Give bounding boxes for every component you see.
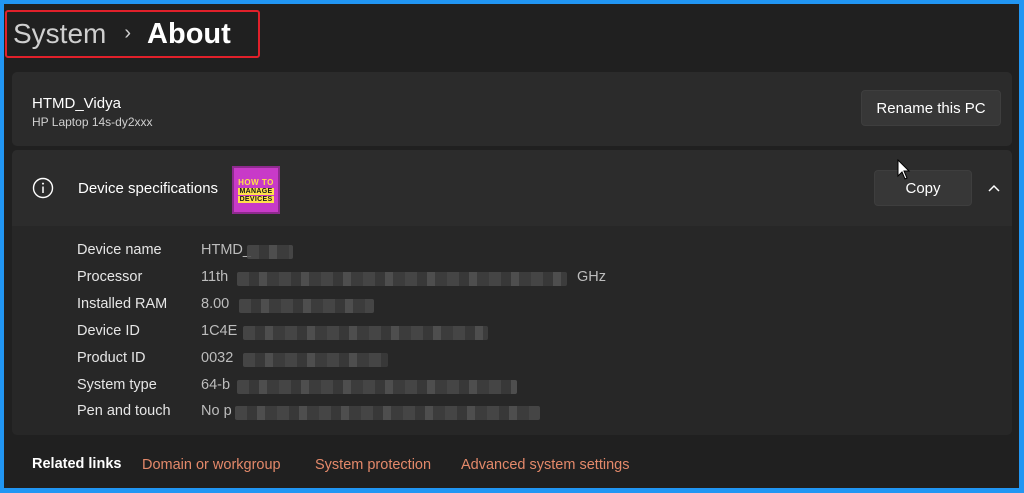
spec-label: System type [77, 377, 157, 393]
related-links-title: Related links [32, 456, 122, 472]
device-card: HTMD_Vidya HP Laptop 14s-dy2xxx Rename t… [12, 72, 1012, 146]
domain-or-workgroup-link[interactable]: Domain or workgroup [142, 457, 281, 473]
device-specifications-card: Device specifications HOW TO MANAGE DEVI… [12, 150, 1012, 435]
device-name: HTMD_Vidya [32, 95, 121, 112]
info-icon [32, 177, 54, 199]
spec-label: Device ID [77, 323, 140, 339]
chevron-up-icon[interactable] [986, 180, 1002, 196]
advanced-system-settings-link[interactable]: Advanced system settings [461, 457, 629, 473]
breadcrumb-system[interactable]: System [13, 18, 106, 50]
mouse-pointer-icon [897, 159, 911, 180]
spec-label: Product ID [77, 350, 146, 366]
logo-text-3: DEVICES [237, 195, 275, 203]
spec-value: 1C4E [201, 323, 238, 339]
spec-label: Installed RAM [77, 296, 168, 312]
redacted-value [239, 299, 374, 313]
how-to-manage-devices-logo: HOW TO MANAGE DEVICES [232, 166, 280, 214]
device-model: HP Laptop 14s-dy2xxx [32, 115, 153, 129]
redacted-value [237, 272, 567, 286]
settings-window: System › About HTMD_Vidya HP Laptop 14s-… [4, 4, 1019, 488]
spec-value: 64-b [201, 377, 231, 393]
spec-label: Processor [77, 269, 143, 285]
device-specifications-title: Device specifications [78, 180, 219, 197]
device-specifications-header[interactable]: Device specifications HOW TO MANAGE DEVI… [12, 150, 1012, 226]
logo-text-1: HOW TO [238, 177, 274, 187]
redacted-value [247, 245, 293, 259]
redacted-value [237, 380, 517, 394]
spec-label: Pen and touch [77, 403, 171, 419]
spec-value-suffix: GHz [577, 269, 606, 285]
redacted-value [243, 326, 488, 340]
spec-value: No p [201, 403, 232, 419]
rename-pc-button[interactable]: Rename this PC [861, 90, 1001, 126]
copy-button[interactable]: Copy [874, 170, 972, 206]
breadcrumb: System › About [5, 10, 260, 58]
redacted-value [235, 406, 540, 420]
spec-value: 11th [201, 269, 229, 285]
logo-text-2: MANAGE [237, 187, 275, 195]
spec-label: Device name [77, 242, 162, 258]
spec-value: HTMD_ [201, 242, 251, 258]
breadcrumb-separator: › [124, 21, 132, 44]
redacted-value [243, 353, 388, 367]
system-protection-link[interactable]: System protection [315, 457, 431, 473]
related-links: Related links Domain or workgroup System… [4, 436, 1019, 488]
page-title: About [147, 17, 231, 50]
spec-value: 0032 [201, 350, 234, 366]
spec-value: 8.00 [201, 296, 230, 312]
